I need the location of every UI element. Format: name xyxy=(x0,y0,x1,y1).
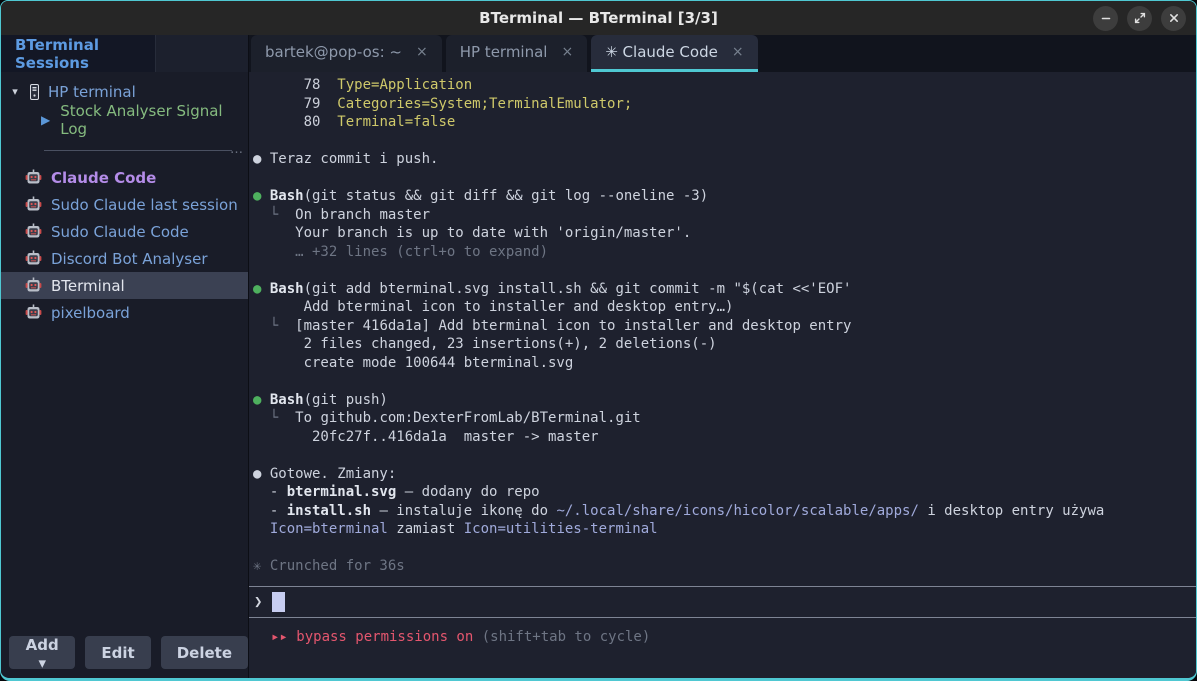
robot-icon xyxy=(25,277,42,294)
tree-child-stock-analyser[interactable]: ▶ Stock Analyser Signal Log xyxy=(1,105,248,135)
session-tree: ▾ HP terminal ▶ Stock Analyser Signal Lo… xyxy=(1,72,248,636)
session-item-label[interactable]: Claude Code xyxy=(51,169,156,187)
close-icon xyxy=(1168,12,1180,24)
tab-label[interactable]: bartek@pop-os: ~ xyxy=(265,43,402,61)
maximize-button[interactable] xyxy=(1127,6,1152,31)
app-window: BTerminal — BTerminal [3/3] BTerminal Se… xyxy=(0,0,1197,681)
tab--claude-code[interactable]: ✳ Claude Code × xyxy=(591,35,757,72)
terminal-line: └ To github.com:DexterFromLab/BTerminal.… xyxy=(253,409,1196,428)
tab-bar: bartek@pop-os: ~×HP terminal×✳ Claude Co… xyxy=(249,35,1196,72)
terminal-pane: bartek@pop-os: ~×HP terminal×✳ Claude Co… xyxy=(249,35,1196,678)
terminal-line: └ On branch master xyxy=(253,206,1196,225)
robot-icon xyxy=(25,169,42,186)
session-item-discord-bot-analyser[interactable]: Discord Bot Analyser xyxy=(1,245,248,272)
terminal-line xyxy=(253,539,1196,558)
terminal-line: Add bterminal icon to installer and desk… xyxy=(253,298,1196,317)
sidebar-title: BTerminal Sessions xyxy=(15,36,155,72)
terminal-line: └ [master 416da1a] Add bterminal icon to… xyxy=(253,317,1196,336)
tab-close-icon[interactable]: × xyxy=(561,44,573,60)
close-button[interactable] xyxy=(1161,6,1186,31)
terminal-line xyxy=(253,169,1196,188)
terminal-line: ● Bash(git status && git diff && git log… xyxy=(253,187,1196,206)
terminal-line: ✳ Crunched for 36s xyxy=(253,557,1196,576)
tab-label[interactable]: HP terminal xyxy=(460,43,548,61)
tree-child-label[interactable]: Stock Analyser Signal Log xyxy=(60,102,248,138)
maximize-icon xyxy=(1134,12,1146,24)
minimize-icon xyxy=(1100,12,1112,24)
play-icon: ▶ xyxy=(41,113,50,127)
terminal-line xyxy=(253,446,1196,465)
tree-group-hp-terminal[interactable]: ▾ HP terminal xyxy=(1,78,248,105)
session-item-label[interactable]: Sudo Claude Code xyxy=(51,223,189,241)
robot-icon xyxy=(25,223,42,240)
sidebar-divider: … xyxy=(44,150,232,162)
text-cursor xyxy=(272,592,285,612)
tab-label[interactable]: ✳ Claude Code xyxy=(605,43,718,61)
edit-button[interactable]: Edit xyxy=(85,636,150,669)
tree-group-label[interactable]: HP terminal xyxy=(48,83,136,101)
main-area: BTerminal Sessions ▾ HP terminal ▶ xyxy=(1,35,1196,678)
session-item-label[interactable]: BTerminal xyxy=(51,277,125,295)
minimize-button[interactable] xyxy=(1093,6,1118,31)
terminal-line xyxy=(253,132,1196,151)
window-controls xyxy=(1093,1,1186,35)
add-button[interactable]: Add ▾ xyxy=(9,636,75,669)
sidebar-buttons: Add ▾ Edit Delete xyxy=(1,636,248,678)
terminal-line: - install.sh — instaluje ikonę do ~/.loc… xyxy=(253,502,1196,521)
terminal-line: 80 Terminal=false xyxy=(253,113,1196,132)
robot-icon xyxy=(25,196,42,213)
terminal-line: 20fc27f..416da1a master -> master xyxy=(253,428,1196,447)
caret-down-icon[interactable]: ▾ xyxy=(9,85,21,98)
delete-button[interactable]: Delete xyxy=(161,636,248,669)
terminal-line: create mode 100644 bterminal.svg xyxy=(253,354,1196,373)
tab-close-icon[interactable]: × xyxy=(732,44,744,60)
terminal-line: ● Gotowe. Zmiany: xyxy=(253,465,1196,484)
session-item-sudo-claude-code[interactable]: Sudo Claude Code xyxy=(1,218,248,245)
terminal-line: 2 files changed, 23 insertions(+), 2 del… xyxy=(253,335,1196,354)
tab-hp-terminal[interactable]: HP terminal × xyxy=(446,35,588,72)
terminal-line: 78 Type=Application xyxy=(253,76,1196,95)
session-list: Claude Code Sudo Claude last session Sudo … xyxy=(1,164,248,326)
session-item-label[interactable]: Discord Bot Analyser xyxy=(51,250,207,268)
sidebar-header: BTerminal Sessions xyxy=(1,35,248,72)
terminal-line: ● Teraz commit i push. xyxy=(253,150,1196,169)
session-item-pixelboard[interactable]: pixelboard xyxy=(1,299,248,326)
terminal-line xyxy=(253,372,1196,391)
terminal-output[interactable]: 78 Type=Application 79 Categories=System… xyxy=(249,72,1196,586)
permissions-status-line: ▸▸ bypass permissions on (shift+tab to c… xyxy=(249,618,1196,678)
prompt-chevron: ❯ xyxy=(254,594,262,610)
sessions-sidebar: BTerminal Sessions ▾ HP terminal ▶ xyxy=(1,35,249,678)
session-item-label[interactable]: Sudo Claude last session xyxy=(51,196,238,214)
terminal-line: Icon=bterminal zamiast Icon=utilities-te… xyxy=(253,520,1196,539)
divider-ellipsis: … xyxy=(230,142,244,157)
session-item-label[interactable]: pixelboard xyxy=(51,304,130,322)
terminal-line: Your branch is up to date with 'origin/m… xyxy=(253,224,1196,243)
title-bar: BTerminal — BTerminal [3/3] xyxy=(1,1,1196,35)
terminal-line: … +32 lines (ctrl+o to expand) xyxy=(253,243,1196,262)
session-item-bterminal[interactable]: BTerminal xyxy=(1,272,248,299)
terminal-line: ● Bash(git push) xyxy=(253,391,1196,410)
session-item-sudo-claude-last-session[interactable]: Sudo Claude last session xyxy=(1,191,248,218)
computer-tower-icon xyxy=(28,84,41,100)
tab-close-icon[interactable]: × xyxy=(416,44,428,60)
window-title: BTerminal — BTerminal [3/3] xyxy=(479,9,718,27)
session-item-claude-code[interactable]: Claude Code xyxy=(1,164,248,191)
terminal-line xyxy=(253,261,1196,280)
robot-icon xyxy=(25,304,42,321)
terminal-line: ● Bash(git add bterminal.svg install.sh … xyxy=(253,280,1196,299)
terminal-line: - bterminal.svg — dodany do repo xyxy=(253,483,1196,502)
prompt-input[interactable]: ❯ xyxy=(249,586,1196,618)
tab-bartek-pop-os-[interactable]: bartek@pop-os: ~ × xyxy=(251,35,442,72)
sidebar-header-tab: BTerminal Sessions xyxy=(1,35,156,72)
robot-icon xyxy=(25,250,42,267)
terminal-line: 79 Categories=System;TerminalEmulator; xyxy=(253,95,1196,114)
